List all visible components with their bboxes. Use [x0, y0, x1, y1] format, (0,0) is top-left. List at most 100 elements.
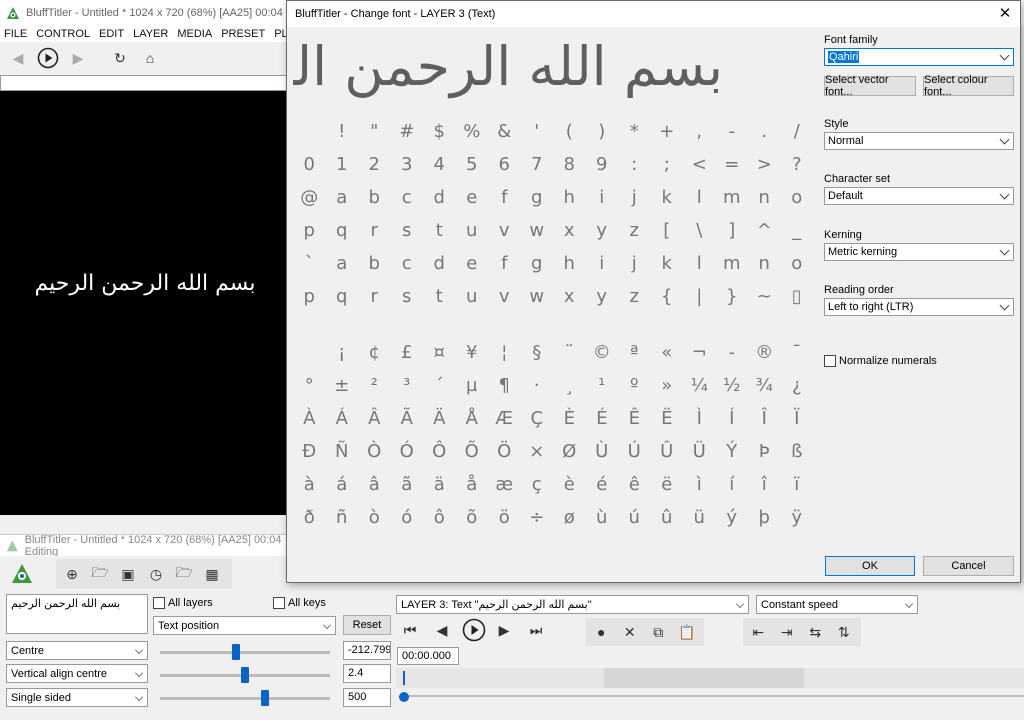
- vertical-align-dropdown[interactable]: Vertical align centre: [6, 664, 148, 683]
- glyph-cell[interactable]: b: [358, 253, 391, 274]
- glyph-cell[interactable]: r: [358, 220, 391, 241]
- glyph-cell[interactable]: a: [326, 253, 359, 274]
- skip-start-icon[interactable]: ⏮: [398, 618, 422, 642]
- glyph-cell[interactable]: ®: [748, 342, 781, 363]
- glyph-cell[interactable]: a: [326, 187, 359, 208]
- glyph-cell[interactable]: í: [716, 474, 749, 495]
- glyph-cell[interactable]: v: [488, 220, 521, 241]
- property-dropdown[interactable]: Text position: [153, 616, 336, 635]
- timeline-track[interactable]: [396, 668, 1024, 688]
- glyph-cell[interactable]: g: [521, 253, 554, 274]
- glyph-cell[interactable]: %: [456, 121, 489, 142]
- glyph-cell[interactable]: z: [618, 220, 651, 241]
- glyph-cell[interactable]: Õ: [456, 441, 489, 462]
- glyph-cell[interactable]: ^: [748, 220, 781, 241]
- glyph-cell[interactable]: ¼: [683, 375, 716, 396]
- glyph-cell[interactable]: t: [423, 220, 456, 241]
- glyph-cell[interactable]: Í: [716, 408, 749, 429]
- glyph-cell[interactable]: h: [553, 253, 586, 274]
- glyph-cell[interactable]: ç: [521, 474, 554, 495]
- glyph-cell[interactable]: Ñ: [326, 441, 359, 462]
- step-forward-icon[interactable]: ▶: [492, 618, 516, 642]
- glyph-cell[interactable]: <: [683, 154, 716, 175]
- glyph-cell[interactable]: â: [358, 474, 391, 495]
- glyph-cell[interactable]: ]: [716, 220, 749, 241]
- glyph-cell[interactable]: ß: [781, 441, 814, 462]
- skip-end-icon[interactable]: ⏭: [524, 618, 548, 642]
- glyph-cell[interactable]: Û: [651, 441, 684, 462]
- glyph-cell[interactable]: g: [521, 187, 554, 208]
- glyph-cell[interactable]: Ô: [423, 441, 456, 462]
- glyph-cell[interactable]: u: [456, 286, 489, 307]
- glyph-cell[interactable]: |: [683, 286, 716, 307]
- close-icon[interactable]: ✕: [996, 5, 1014, 23]
- glyph-cell[interactable]: 9: [586, 154, 619, 175]
- eye-logo-icon[interactable]: [10, 562, 34, 586]
- glyph-cell[interactable]: Ë: [651, 408, 684, 429]
- play-circle-icon[interactable]: [462, 618, 486, 642]
- glyph-cell[interactable]: ¢: [358, 342, 391, 363]
- menu-media[interactable]: MEDIA: [177, 28, 212, 40]
- glyph-cell[interactable]: ô: [423, 507, 456, 528]
- glyph-cell[interactable]: £: [391, 342, 424, 363]
- glyph-cell[interactable]: {: [651, 286, 684, 307]
- glyph-cell[interactable]: Ò: [358, 441, 391, 462]
- glyph-cell[interactable]: ;: [651, 154, 684, 175]
- glyph-cell[interactable]: ï: [781, 474, 814, 495]
- paste-icon[interactable]: 📋: [676, 620, 699, 644]
- arrow-right-icon[interactable]: ▶: [66, 46, 90, 70]
- glyph-cell[interactable]: i: [586, 253, 619, 274]
- glyph-cell[interactable]: É: [586, 408, 619, 429]
- play-circle-icon[interactable]: [36, 46, 60, 70]
- glyph-cell[interactable]: ä: [423, 474, 456, 495]
- glyph-cell[interactable]: 3: [391, 154, 424, 175]
- glyph-cell[interactable]: n: [748, 187, 781, 208]
- glyph-cell[interactable]: Î: [748, 408, 781, 429]
- character-set-dropdown[interactable]: Default: [824, 187, 1014, 205]
- glyph-cell[interactable]: ã: [391, 474, 424, 495]
- time-input[interactable]: 00:00.000: [397, 647, 459, 665]
- glyph-cell[interactable]: ¯: [781, 342, 814, 363]
- glyph-cell[interactable]: s: [391, 220, 424, 241]
- glyph-cell[interactable]: ë: [651, 474, 684, 495]
- glyph-cell[interactable]: Ê: [618, 408, 651, 429]
- glyph-cell[interactable]: à: [293, 474, 326, 495]
- glyph-cell[interactable]: v: [488, 286, 521, 307]
- time-scrubber[interactable]: [396, 692, 1024, 702]
- glyph-cell[interactable]: 8: [553, 154, 586, 175]
- glyph-cell[interactable]: s: [391, 286, 424, 307]
- glyph-cell[interactable]: Å: [456, 408, 489, 429]
- glyph-cell[interactable]: d: [423, 187, 456, 208]
- glyph-cell[interactable]: 7: [521, 154, 554, 175]
- glyph-cell[interactable]: c: [391, 253, 424, 274]
- reading-order-dropdown[interactable]: Left to right (LTR): [824, 298, 1014, 316]
- glyph-cell[interactable]: ▯: [781, 286, 814, 307]
- glyph-cell[interactable]: d: [423, 253, 456, 274]
- glyph-cell[interactable]: ,: [683, 121, 716, 142]
- glyph-cell[interactable]: §: [521, 342, 554, 363]
- menu-control[interactable]: CONTROL: [36, 28, 90, 40]
- glyph-cell[interactable]: ): [586, 121, 619, 142]
- glyph-cell[interactable]: Ï: [781, 408, 814, 429]
- glyph-cell[interactable]: È: [553, 408, 586, 429]
- crop-icon[interactable]: ▣: [116, 562, 140, 586]
- all-keys-checkbox[interactable]: All keys: [273, 597, 326, 609]
- glyph-grid[interactable]: ! " # $% & '() * +, -./ 0 1 2 3 4 5 6 7 8 9:; < = >? @ a b c d e f…: [293, 115, 813, 534]
- glyph-cell[interactable]: ó: [391, 507, 424, 528]
- glyph-cell[interactable]: ¥: [456, 342, 489, 363]
- import-folder-icon[interactable]: 🗁: [172, 562, 196, 586]
- glyph-cell[interactable]: ø: [553, 507, 586, 528]
- glyph-cell[interactable]: &: [488, 121, 521, 142]
- add-layer-icon[interactable]: ⊕: [60, 562, 84, 586]
- glyph-cell[interactable]: ò: [358, 507, 391, 528]
- glyph-cell[interactable]: ¹: [586, 375, 619, 396]
- glyph-cell[interactable]: Þ: [748, 441, 781, 462]
- glyph-cell[interactable]: r: [358, 286, 391, 307]
- glyph-cell[interactable]: [: [651, 220, 684, 241]
- glyph-cell[interactable]: t: [423, 286, 456, 307]
- timeline-cursor[interactable]: [403, 671, 405, 685]
- glyph-cell[interactable]: Ö: [488, 441, 521, 462]
- glyph-cell[interactable]: k: [651, 187, 684, 208]
- glyph-cell[interactable]: ©: [586, 342, 619, 363]
- menu-layer[interactable]: LAYER: [133, 28, 168, 40]
